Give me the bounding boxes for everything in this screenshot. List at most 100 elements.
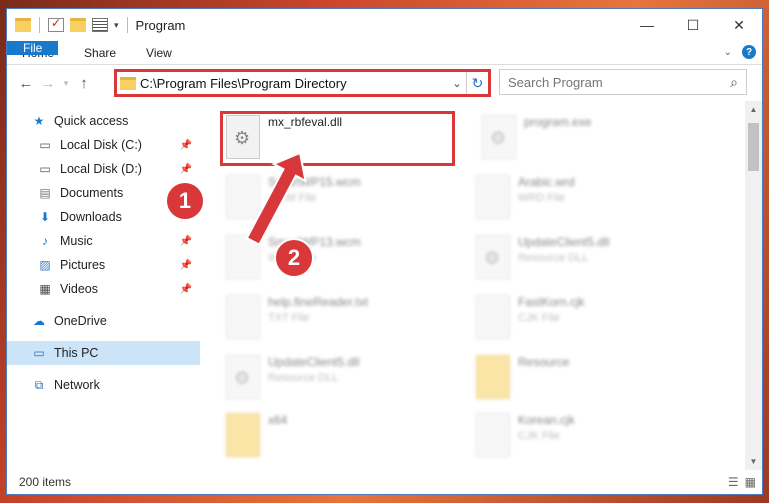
help-icon[interactable]: ? [742,45,756,59]
ribbon-right: ⌄ ? [724,45,756,59]
sidebar-item-label: This PC [54,346,99,360]
refresh-icon[interactable]: ↻ [466,72,488,94]
sidebar-item-label: Local Disk (D:) [60,162,142,176]
file-icon [476,413,510,457]
status-bar: 200 items ☰ ▦ [7,470,762,494]
up-icon[interactable]: ↑ [73,75,95,92]
folder-icon [120,76,136,90]
details-view-icon[interactable]: ☰ [728,475,739,489]
file-item[interactable]: UpdateClient5.dll Resource DLL [226,355,359,399]
pictures-icon: ▨ [39,257,51,272]
search-icon[interactable]: ⌕ [722,74,746,91]
folder-icon[interactable] [15,18,31,32]
file-item[interactable]: help.fineReader.txt TXT File [226,295,368,339]
sidebar-item-local-disk-d[interactable]: ▭ Local Disk (D:) 📌 [7,157,200,181]
properties-check-icon[interactable] [48,16,64,32]
cloud-icon: ☁ [33,313,45,328]
sidebar-item-network[interactable]: ⧉ Network [7,373,200,397]
sidebar-item-label: Documents [60,186,124,200]
star-icon: ★ [33,113,45,128]
downloads-icon: ⬇ [39,209,51,224]
file-item[interactable]: UpdateClient5.dll Resource DLL [476,235,609,279]
music-icon: ♪ [42,233,48,248]
sidebar-item-music[interactable]: ♪ Music 📌 [7,229,200,253]
chevron-down-icon[interactable]: ▾ [114,20,119,31]
file-name: UpdateClient5.dll [518,235,610,249]
divider [39,17,40,33]
file-item[interactable]: SmartWP15.wcm WCM File [226,175,361,219]
sidebar-item-quick-access[interactable]: ★ Quick access [7,109,200,133]
file-icon [476,295,510,339]
file-icon [226,235,260,279]
file-name: Resource [518,355,570,369]
file-item-program-exe[interactable]: program.exe [482,115,591,159]
new-folder-icon[interactable] [70,18,86,32]
file-name: SmartWP15.wcm [268,175,361,189]
sidebar-item-pictures[interactable]: ▨ Pictures 📌 [7,253,200,277]
title-bar: ▾ Program — ☐ ✕ [7,9,762,41]
properties-icon[interactable] [92,18,108,32]
highlight-box [220,111,455,166]
address-row: ← → ▾ ↑ C:\Program Files\Program Directo… [7,65,762,101]
address-bar[interactable]: C:\Program Files\Program Directory ⌄ ↻ [114,69,491,97]
sidebar-item-videos[interactable]: ▦ Videos 📌 [7,277,200,301]
quick-access-toolbar: ▾ [7,16,130,33]
close-button[interactable]: ✕ [716,9,762,41]
folder-item[interactable]: Resource [476,355,569,399]
expand-ribbon-icon[interactable]: ⌄ [724,47,732,58]
drive-icon: ▭ [39,137,51,152]
videos-icon: ▦ [39,281,51,296]
step-2-badge: 2 [274,238,314,278]
exe-file-icon [482,115,516,159]
scroll-up-icon[interactable]: ▲ [745,105,762,114]
explorer-window: ▾ Program — ☐ ✕ File Home Share View ⌄ ?… [6,8,763,495]
window-controls: — ☐ ✕ [624,9,762,41]
back-icon[interactable]: ← [15,75,37,92]
sidebar-item-label: Downloads [60,210,122,224]
sidebar-item-label: Local Disk (C:) [60,138,142,152]
dll-file-icon [476,235,510,279]
file-icon [226,295,260,339]
divider [126,17,128,33]
scroll-down-icon[interactable]: ▼ [745,457,762,466]
view-switcher: ☰ ▦ [728,475,756,489]
forward-icon[interactable]: → [37,75,59,92]
network-icon: ⧉ [34,377,44,392]
search-box[interactable]: ⌕ [499,69,747,95]
chevron-down-icon[interactable]: ⌄ [448,77,466,90]
file-type: CJK File [518,430,560,442]
pin-icon[interactable]: 📌 [180,260,192,271]
minimize-button[interactable]: — [624,9,670,41]
vertical-scrollbar[interactable]: ▲ ▼ [745,101,762,470]
file-list: mx_rbfeval.dll program.exe SmartWP15.wcm… [165,101,762,470]
ribbon-tabs: File Home Share View ⌄ ? [7,41,762,65]
sidebar-item-onedrive[interactable]: ☁ OneDrive [7,309,200,333]
search-input[interactable] [508,74,722,90]
large-icons-view-icon[interactable]: ▦ [745,475,756,489]
tab-view[interactable]: View [131,41,187,64]
recent-chevron-icon[interactable]: ▾ [59,78,73,89]
step-1-badge: 1 [165,181,205,221]
file-type: WCM File [268,192,317,204]
file-item[interactable]: Korean.cjk CJK File [476,413,575,457]
pin-icon[interactable]: 📌 [180,236,192,247]
file-name: Arabic.wrd [518,175,575,189]
sidebar-item-local-disk-c[interactable]: ▭ Local Disk (C:) 📌 [7,133,200,157]
sidebar-item-label: Quick access [54,114,129,128]
pin-icon[interactable]: 📌 [180,164,192,175]
folder-item[interactable]: x64 [226,413,287,457]
sidebar-item-label: Music [60,234,93,248]
address-path[interactable]: C:\Program Files\Program Directory [140,76,448,91]
dll-file-icon [226,355,260,399]
maximize-button[interactable]: ☐ [670,9,716,41]
sidebar-item-this-pc[interactable]: ▭ This PC [7,341,200,365]
tab-file[interactable]: File [7,41,59,55]
scroll-thumb[interactable] [748,123,759,171]
file-item[interactable]: Arabic.wrd WRD File [476,175,575,219]
file-item[interactable]: FastKorn.cjk CJK File [476,295,585,339]
file-icon [226,175,260,219]
pin-icon[interactable]: 📌 [180,140,192,151]
tab-share[interactable]: Share [69,41,131,64]
pin-icon[interactable]: 📌 [180,284,192,295]
